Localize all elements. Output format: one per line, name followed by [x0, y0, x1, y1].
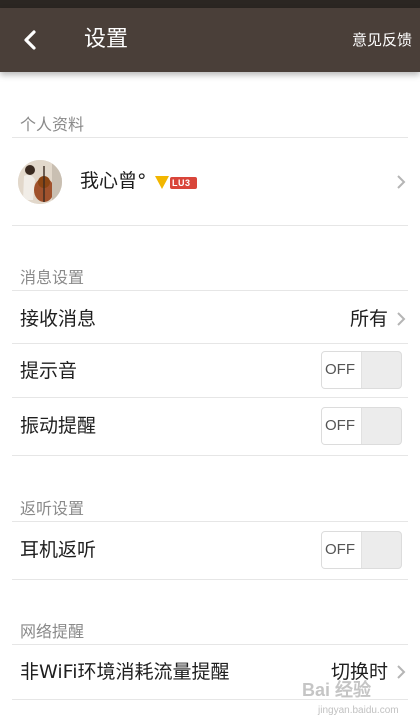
- section-label-network: 网络提醒: [20, 622, 85, 641]
- toggle-state: OFF: [325, 541, 355, 558]
- feedback-button[interactable]: 意见反馈: [352, 29, 412, 51]
- chevron-left-icon: [24, 30, 36, 50]
- status-bar: [0, 0, 420, 8]
- chevron-right-icon: [397, 665, 406, 679]
- section-label-messages: 消息设置: [20, 268, 85, 287]
- level-badge: LU3: [172, 178, 191, 188]
- profile-row[interactable]: [0, 138, 420, 226]
- profile-nickname: 我心曾°: [80, 170, 147, 192]
- top-bar: 设置 意见反馈: [0, 8, 420, 72]
- vibration-label: 振动提醒: [20, 415, 97, 437]
- section-label-monitor: 返听设置: [20, 499, 85, 518]
- earphone-monitor-toggle[interactable]: OFF: [321, 531, 402, 569]
- receive-messages-label: 接收消息: [20, 308, 97, 330]
- avatar: [18, 160, 62, 204]
- toggle-state: OFF: [325, 361, 355, 378]
- divider: [12, 521, 408, 522]
- watermark: Bai 经验: [302, 680, 372, 700]
- toggle-state: OFF: [325, 417, 355, 434]
- notification-sound-toggle[interactable]: OFF: [321, 351, 402, 389]
- receive-messages-value: 所有: [349, 308, 388, 330]
- divider: [12, 343, 408, 344]
- section-label-profile: 个人资料: [20, 115, 85, 134]
- chevron-right-icon: [397, 175, 406, 189]
- notification-sound-label: 提示音: [20, 360, 78, 382]
- earphone-monitor-label: 耳机返听: [20, 539, 97, 561]
- back-button[interactable]: [14, 22, 50, 58]
- divider: [12, 397, 408, 398]
- chevron-right-icon: [397, 312, 406, 326]
- divider: [12, 455, 408, 456]
- divider: [12, 579, 408, 580]
- vibration-toggle[interactable]: OFF: [321, 407, 402, 445]
- divider: [12, 225, 408, 226]
- page-title: 设置: [84, 27, 129, 52]
- traffic-reminder-label: 非WiFi环境消耗流量提醒: [20, 661, 230, 683]
- watermark-url: jingyan.baidu.com: [318, 705, 399, 716]
